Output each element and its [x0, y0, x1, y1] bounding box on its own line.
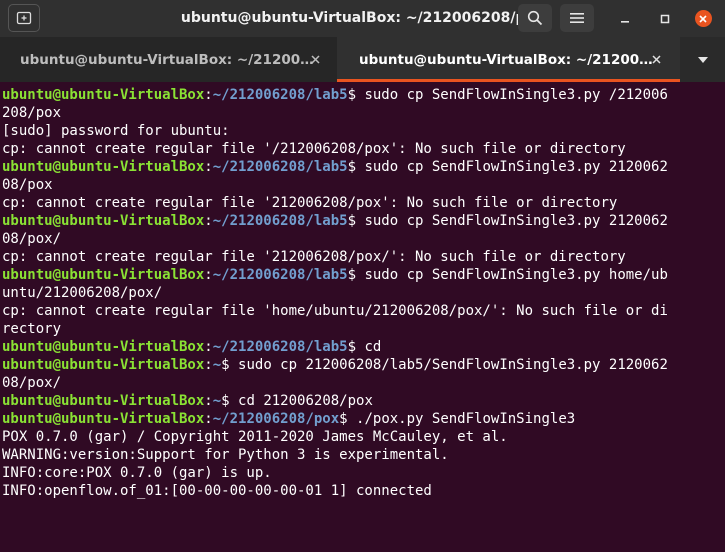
terminal-text: 08/pox/ [2, 231, 62, 247]
terminal-line: INFO:core:POX 0.7.0 (gar) is up. [2, 464, 722, 482]
terminal-text: $ cd [347, 339, 382, 355]
terminal-text: cp: cannot create regular file '/2120062… [2, 141, 626, 157]
terminal-text: $ sudo cp SendFlowInSingle3.py /212006 [347, 87, 668, 103]
prompt-path: ~/212006208/lab5 [212, 267, 348, 283]
prompt-user-host: ubuntu@ubuntu-VirtualBox [2, 159, 205, 175]
terminal-output[interactable]: ubuntu@ubuntu-VirtualBox:~/212006208/lab… [2, 86, 722, 552]
terminal-line: ubuntu@ubuntu-VirtualBox:~/212006208/lab… [2, 86, 722, 104]
prompt-path: ~/212006208/lab5 [212, 87, 348, 103]
terminal-line: cp: cannot create regular file '/2120062… [2, 140, 722, 158]
minimize-icon [621, 20, 629, 23]
terminal-text: rectory [2, 321, 62, 337]
terminal-line: ubuntu@ubuntu-VirtualBox:~/212006208/pox… [2, 410, 722, 428]
prompt-user-host: ubuntu@ubuntu-VirtualBox [2, 87, 205, 103]
terminal-line: POX 0.7.0 (gar) / Copyright 2011-2020 Ja… [2, 428, 722, 446]
chevron-down-icon [697, 56, 708, 63]
close-circle [694, 10, 712, 27]
terminal-line: INFO:openflow.of_01:[00-00-00-00-00-01 1… [2, 482, 722, 500]
tab-terminal-1[interactable]: ubuntu@ubuntu-VirtualBox: ~/21200… [0, 37, 337, 82]
terminal-line: [sudo] password for ubuntu: [2, 122, 722, 140]
terminal-text: : [204, 339, 213, 355]
search-icon [527, 10, 543, 26]
terminal-line: 08/pox [2, 176, 722, 194]
terminal-line: ubuntu@ubuntu-VirtualBox:~/212006208/lab… [2, 158, 722, 176]
prompt-path: ~/212006208/lab5 [212, 213, 348, 229]
terminal-line: 08/pox/ [2, 230, 722, 248]
terminal-text: untu/212006208/pox/ [2, 285, 163, 301]
prompt-user-host: ubuntu@ubuntu-VirtualBox [2, 411, 205, 427]
tab-bar: ubuntu@ubuntu-VirtualBox: ~/21200… ubunt… [0, 37, 725, 82]
terminal-text: 08/pox/ [2, 375, 62, 391]
close-icon [310, 54, 320, 64]
terminal-text: 208/pox [2, 105, 62, 121]
prompt-path: ~/212006208/pox [212, 411, 340, 427]
prompt-path: ~ [212, 357, 222, 373]
tab-close-button[interactable] [648, 51, 664, 67]
terminal-line: ubuntu@ubuntu-VirtualBox:~/212006208/lab… [2, 338, 722, 356]
terminal-text: $ sudo cp 212006208/lab5/SendFlowInSingl… [221, 357, 668, 373]
terminal-text: : [204, 357, 213, 373]
tab-list-button[interactable] [680, 37, 725, 82]
terminal-text: POX 0.7.0 (gar) / Copyright 2011-2020 Ja… [2, 429, 508, 445]
terminal-text: INFO:core:POX 0.7.0 (gar) is up. [2, 465, 272, 481]
terminal-text: 08/pox [2, 177, 53, 193]
maximize-icon [660, 14, 670, 23]
tab-label: ubuntu@ubuntu-VirtualBox: ~/21200… [359, 51, 653, 68]
terminal-line: ubuntu@ubuntu-VirtualBox:~$ sudo cp 2120… [2, 356, 722, 374]
terminal-text: $ ./pox.py SendFlowInSingle3 [339, 411, 576, 427]
minimize-button[interactable] [610, 0, 640, 37]
terminal-text: : [204, 393, 213, 409]
tab-close-button[interactable] [307, 51, 323, 67]
terminal-text: : [204, 411, 213, 427]
terminal-line: ubuntu@ubuntu-VirtualBox:~/212006208/lab… [2, 266, 722, 284]
close-window-button[interactable] [688, 0, 718, 37]
terminal-line: cp: cannot create regular file '21200620… [2, 194, 722, 212]
terminal-text: WARNING:version:Support for Python 3 is … [2, 447, 449, 463]
prompt-user-host: ubuntu@ubuntu-VirtualBox [2, 393, 205, 409]
terminal-text: cp: cannot create regular file 'home/ubu… [2, 303, 668, 319]
terminal-line: rectory [2, 320, 722, 338]
prompt-user-host: ubuntu@ubuntu-VirtualBox [2, 267, 205, 283]
prompt-user-host: ubuntu@ubuntu-VirtualBox [2, 213, 205, 229]
terminal-text: $ sudo cp SendFlowInSingle3.py home/ub [347, 267, 668, 283]
prompt-user-host: ubuntu@ubuntu-VirtualBox [2, 339, 205, 355]
hamburger-menu-icon [570, 13, 584, 23]
terminal-text: cp: cannot create regular file '21200620… [2, 249, 626, 265]
terminal-line: cp: cannot create regular file '21200620… [2, 248, 722, 266]
terminal-line: WARNING:version:Support for Python 3 is … [2, 446, 722, 464]
maximize-button[interactable] [650, 0, 680, 37]
window-titlebar: ubuntu@ubuntu-VirtualBox: ~/212006208/po… [0, 0, 725, 37]
close-icon [699, 14, 707, 23]
terminal-line: 08/pox/ [2, 374, 722, 392]
prompt-path: ~ [212, 393, 222, 409]
terminal-text: $ sudo cp SendFlowInSingle3.py 2120062 [347, 213, 668, 229]
terminal-text: INFO:openflow.of_01:[00-00-00-00-00-01 1… [2, 483, 432, 499]
terminal-text: [sudo] password for ubuntu: [2, 123, 230, 139]
terminal-line: 208/pox [2, 104, 722, 122]
prompt-path: ~/212006208/lab5 [212, 159, 348, 175]
terminal-text: : [204, 267, 213, 283]
menu-button[interactable] [560, 4, 594, 32]
prompt-user-host: ubuntu@ubuntu-VirtualBox [2, 357, 205, 373]
tab-label: ubuntu@ubuntu-VirtualBox: ~/21200… [20, 51, 314, 68]
terminal-line: ubuntu@ubuntu-VirtualBox:~/212006208/lab… [2, 212, 722, 230]
new-tab-icon [16, 11, 32, 25]
terminal-line: untu/212006208/pox/ [2, 284, 722, 302]
prompt-path: ~/212006208/lab5 [212, 339, 348, 355]
active-tab-indicator [337, 79, 680, 82]
tab-terminal-2[interactable]: ubuntu@ubuntu-VirtualBox: ~/21200… [337, 37, 680, 82]
terminal-text: $ sudo cp SendFlowInSingle3.py 2120062 [347, 159, 668, 175]
terminal-text: : [204, 87, 213, 103]
terminal-text: : [204, 213, 213, 229]
terminal-text: cp: cannot create regular file '21200620… [2, 195, 618, 211]
new-tab-button[interactable] [8, 4, 40, 32]
terminal-line: ubuntu@ubuntu-VirtualBox:~$ cd 212006208… [2, 392, 722, 410]
terminal-line: cp: cannot create regular file 'home/ubu… [2, 302, 722, 320]
terminal-text: $ cd 212006208/pox [221, 393, 373, 409]
close-icon [651, 54, 661, 64]
terminal-text: : [204, 159, 213, 175]
search-button[interactable] [518, 4, 552, 32]
